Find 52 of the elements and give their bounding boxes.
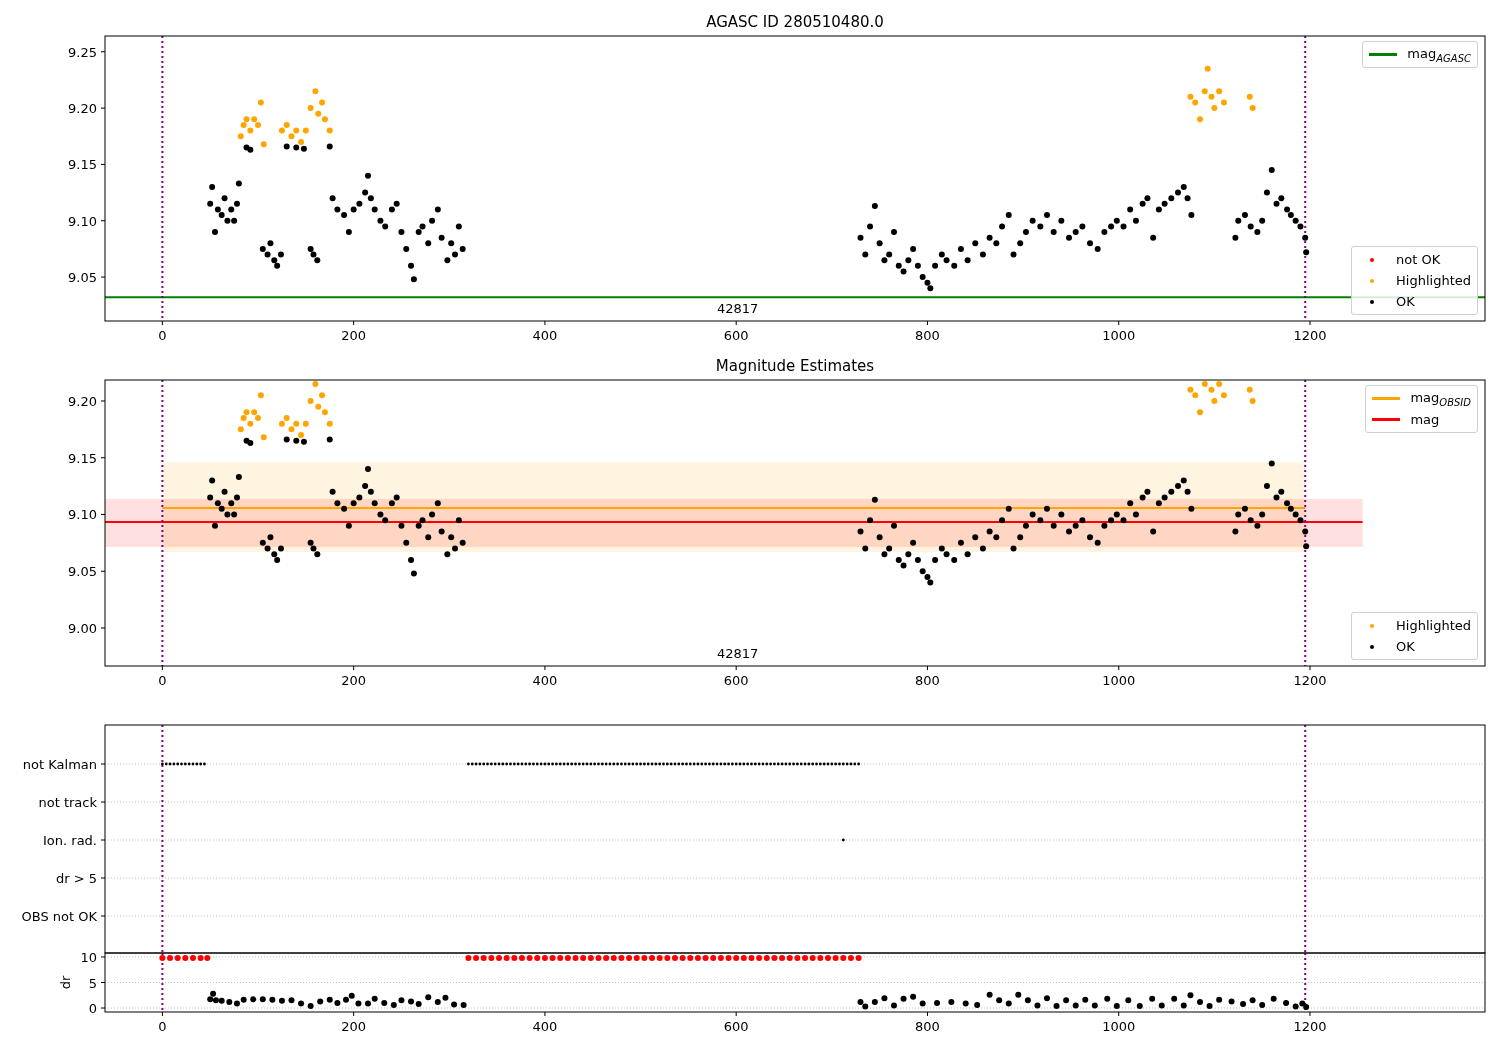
axis-tick-label: 9.15: [68, 450, 97, 466]
count-label: 42817: [716, 301, 759, 316]
axis-tick-label: 1000: [1102, 673, 1136, 688]
axis-tick-label: 800: [915, 328, 940, 343]
axis-tick-label: OBS not OK: [21, 909, 97, 924]
axis-tick-label: 5: [88, 975, 97, 991]
axis-tick-label: 800: [915, 1019, 940, 1034]
legend-label: mag$_{OBSID}$: [1410, 389, 1471, 408]
axis-tick-label: 1200: [1293, 1019, 1327, 1034]
axis-tick-label: 9.15: [68, 157, 97, 173]
count-label: 42817: [716, 646, 759, 661]
axis-label: dr: [58, 975, 73, 990]
axis-tick-label: 800: [915, 673, 940, 688]
chart-title: Magnitude Estimates: [715, 357, 875, 375]
axis-tick-label: 600: [723, 328, 749, 343]
legend-label: Highlighted: [1396, 273, 1471, 288]
chart-title: AGASC ID 280510480.0: [706, 13, 884, 31]
axis-tick-label: 9.20: [68, 101, 97, 117]
axis-tick-label: 1000: [1102, 328, 1136, 343]
axis-tick-label: 1000: [1102, 1019, 1136, 1034]
axis-tick-label: 9.00: [68, 621, 97, 636]
axis-tick-label: 400: [532, 673, 558, 688]
axis-tick-label: dr > 5: [55, 871, 97, 886]
axis-tick-label: 9.05: [68, 270, 97, 286]
axis-tick-label: 9.05: [68, 564, 97, 580]
legend-label: OK: [1396, 294, 1415, 309]
axis-tick-label: 10: [80, 950, 97, 965]
axis-tick-label: not Kalman: [22, 757, 97, 772]
axis-tick-label: not track: [38, 795, 97, 810]
axis-tick-label: 200: [341, 328, 367, 343]
legend-label: mag: [1410, 412, 1440, 427]
axis-tick-label: Ion. rad.: [43, 833, 97, 848]
axis-tick-label: 9.10: [68, 213, 97, 229]
axis-tick-label: 1200: [1293, 673, 1327, 688]
legend-label: not OK: [1396, 252, 1441, 267]
axis-tick-label: 600: [723, 1019, 749, 1034]
axis-tick-label: 600: [723, 673, 749, 688]
axis-tick-label: 0: [88, 1001, 97, 1016]
axis-tick-label: 0: [158, 328, 167, 343]
axis-tick-label: 400: [532, 1019, 558, 1034]
legend-label: Highlighted: [1396, 618, 1471, 633]
axis-tick-label: 200: [341, 1019, 367, 1034]
axis-tick-label: 200: [341, 673, 367, 688]
axis-tick-label: 0: [158, 673, 167, 688]
axis-tick-label: 1200: [1293, 328, 1327, 343]
legend-label: mag$_{AGASC}$: [1407, 45, 1471, 64]
axis-tick-label: 9.25: [68, 44, 97, 60]
legend-label: OK: [1396, 639, 1415, 654]
axis-tick-label: 9.10: [68, 507, 97, 523]
axis-tick-label: 9.20: [68, 394, 97, 409]
axis-tick-label: 400: [532, 328, 558, 343]
axis-tick-label: 0: [158, 1019, 167, 1034]
